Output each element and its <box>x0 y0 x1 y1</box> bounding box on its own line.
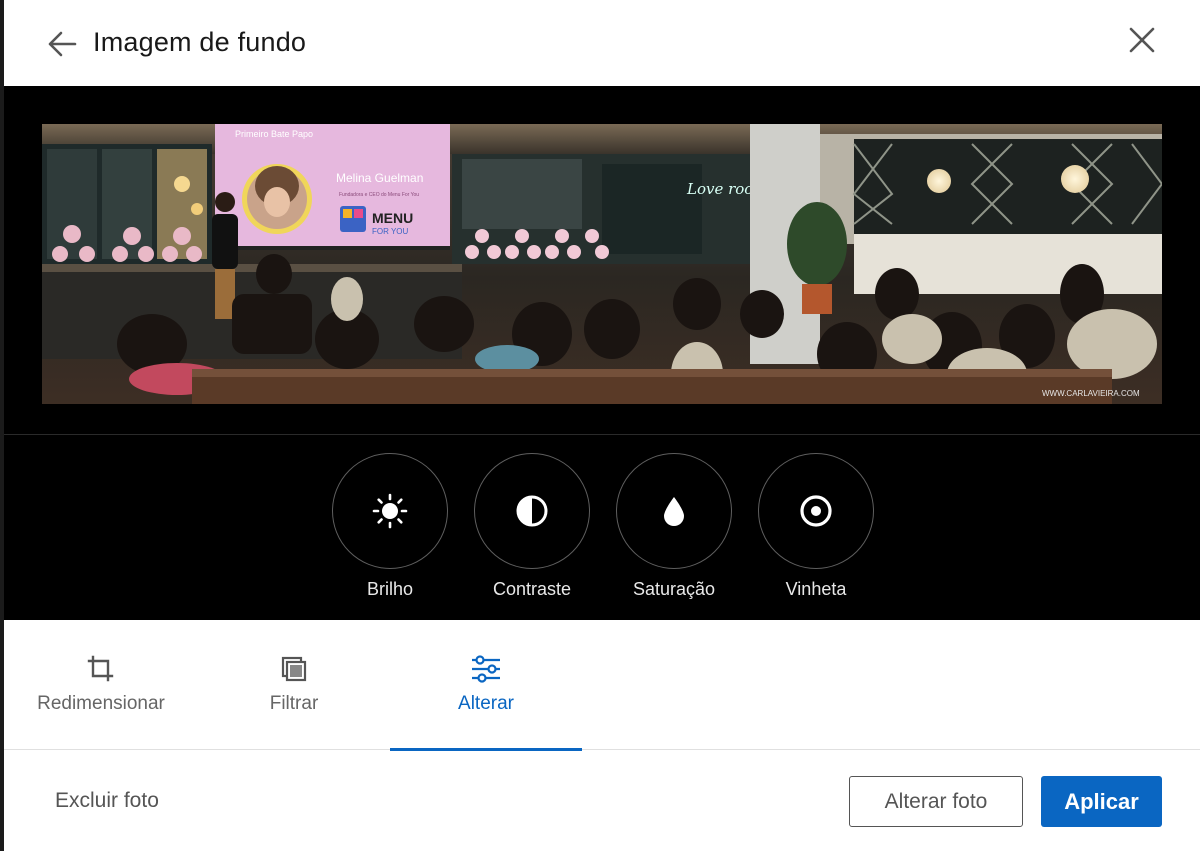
slide-speaker: Melina Guelman <box>336 171 423 185</box>
tab-resize[interactable]: Redimensionar <box>4 620 198 750</box>
contrast-tool-circle[interactable] <box>474 453 590 569</box>
adjust-tools-panel: Brilho Contraste Saturação Vinheta <box>4 435 1200 620</box>
saturation-label: Saturação <box>632 579 716 599</box>
contrast-icon <box>516 495 548 527</box>
vignette-label: Vinheta <box>785 579 847 599</box>
slide-logo-text: MENU <box>372 210 413 226</box>
arrow-left-icon <box>48 31 77 57</box>
apply-button[interactable]: Aplicar <box>1041 776 1162 827</box>
crop-icon <box>87 655 114 682</box>
background-photo[interactable]: Primeiro Bate Papo Melina Guelman Fundad… <box>42 124 1162 404</box>
brightness-tool[interactable]: Brilho <box>330 453 450 603</box>
slide-logo-subtext: FOR YOU <box>372 227 409 236</box>
change-photo-button[interactable]: Alterar foto <box>849 776 1023 827</box>
modal-title: Imagem de fundo <box>93 27 307 57</box>
image-stage: Primeiro Bate Papo Melina Guelman Fundad… <box>4 86 1200 435</box>
slide-subtitle: Fundadora e CEO do Menu For You <box>339 192 419 198</box>
saturation-tool-circle[interactable] <box>616 453 732 569</box>
close-button[interactable] <box>1122 20 1162 60</box>
droplet-icon <box>664 497 684 526</box>
tab-adjust[interactable]: Alterar <box>390 620 582 751</box>
contrast-tool[interactable]: Contraste <box>472 453 592 603</box>
slide-heading: Primeiro Bate Papo <box>235 129 313 139</box>
sun-icon <box>372 493 408 529</box>
saturation-tool[interactable]: Saturação <box>614 453 734 603</box>
tab-adjust-label: Alterar <box>458 693 514 714</box>
close-icon <box>1129 27 1155 53</box>
filter-icon <box>281 656 307 682</box>
editor-tabs: Redimensionar Filtrar Alterar <box>4 620 1200 751</box>
vignette-icon <box>800 495 832 527</box>
vignette-tool[interactable]: Vinheta <box>756 453 876 603</box>
contrast-label: Contraste <box>492 579 572 599</box>
modal-header: Imagem de fundo <box>4 0 1200 86</box>
back-button[interactable] <box>42 24 82 64</box>
vignette-tool-circle[interactable] <box>758 453 874 569</box>
sliders-icon <box>472 655 500 683</box>
modal-footer: Excluir foto Alterar foto Aplicar <box>4 751 1200 851</box>
tab-filter-label: Filtrar <box>269 693 319 714</box>
tab-filter[interactable]: Filtrar <box>198 620 390 750</box>
brightness-label: Brilho <box>366 579 414 599</box>
photo-watermark: WWW.CARLAVIEIRA.COM <box>1042 389 1140 398</box>
delete-photo-button[interactable]: Excluir foto <box>55 789 159 813</box>
tab-resize-label: Redimensionar <box>37 693 165 714</box>
brightness-tool-circle[interactable] <box>332 453 448 569</box>
event-photo: Primeiro Bate Papo Melina Guelman Fundad… <box>42 124 1162 404</box>
